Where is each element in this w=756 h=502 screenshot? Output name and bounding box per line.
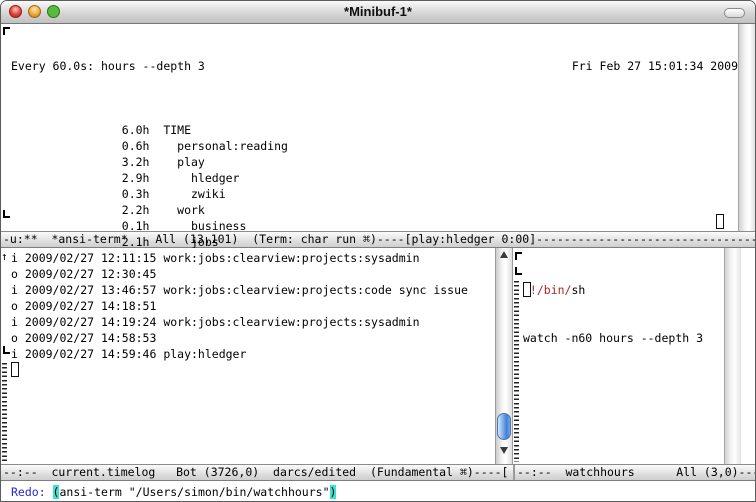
watchhours-window[interactable]: #!/bin/sh watch -n60 hours --depth 3 bbox=[513, 248, 741, 464]
timelog-cursor bbox=[11, 362, 19, 377]
timelog-window[interactable]: ↑ i 2009/02/27 12:11:15 work:jobs:clearv… bbox=[1, 248, 495, 464]
watchhours-cursor bbox=[523, 282, 531, 297]
minibuffer-prompt: Redo: bbox=[11, 485, 53, 499]
emacs-frame: *Minibuf-1* Every 60.0s: hours --depth 3… bbox=[0, 0, 756, 502]
shebang-line: #!/bin/sh bbox=[523, 282, 703, 298]
scroll-up-button[interactable] bbox=[500, 251, 508, 258]
watch-header: Every 60.0s: hours --depth 3 Fri Feb 27 … bbox=[11, 58, 738, 74]
timelog-entry: i 2009/02/27 12:11:15 work:jobs:clearvie… bbox=[11, 250, 468, 266]
modeline-current-timelog[interactable]: --:-- current.timelog Bot (3726,0) darcs… bbox=[1, 464, 513, 481]
fringe-top-angle-icon bbox=[515, 252, 522, 260]
window-title: *Minibuf-1* bbox=[1, 4, 755, 20]
terminal-cursor bbox=[716, 214, 724, 229]
watch-date-text: Fri Feb 27 15:01:34 2009 bbox=[572, 58, 738, 74]
watchhours-scrollbar-track[interactable] bbox=[724, 248, 741, 464]
timelog-entry: i 2009/02/27 14:59:46 play:hledger bbox=[11, 346, 468, 362]
fringe-bottom-angle-icon bbox=[3, 346, 10, 354]
watch-command-text: Every 60.0s: hours --depth 3 bbox=[11, 58, 205, 74]
fringe-up-arrow-icon: ↑ bbox=[1, 251, 8, 262]
timelog-scrollbar[interactable] bbox=[495, 248, 513, 464]
window-titlebar[interactable]: *Minibuf-1* bbox=[1, 1, 755, 24]
bottom-modelines: --:-- current.timelog Bot (3726,0) darcs… bbox=[1, 464, 755, 481]
empty-lines-indicator-icon bbox=[2, 363, 7, 462]
fringe-bottom-angle-icon bbox=[3, 210, 10, 218]
empty-lines-indicator-icon bbox=[514, 281, 519, 462]
modeline-watchhours[interactable]: --:-- watchhours All (3,0)-------- bbox=[515, 464, 755, 481]
timelog-entry: o 2009/02/27 12:30:45 bbox=[11, 266, 468, 282]
frame-body: Every 60.0s: hours --depth 3 Fri Feb 27 … bbox=[1, 24, 755, 502]
scroll-thumb[interactable] bbox=[497, 413, 511, 440]
timelog-entry: o 2009/02/27 14:18:51 bbox=[11, 298, 468, 314]
timelog-entry: i 2009/02/27 14:19:24 work:jobs:clearvie… bbox=[11, 314, 468, 330]
ansi-term-window[interactable]: Every 60.0s: hours --depth 3 Fri Feb 27 … bbox=[1, 24, 755, 231]
timelog-entry: i 2009/02/27 13:46:57 work:jobs:clearvie… bbox=[11, 282, 468, 298]
minibuffer-command-text: ansi-term "/Users/simon/bin/watchhours" bbox=[59, 485, 329, 499]
ansi-term-scrollbar-track[interactable] bbox=[738, 24, 755, 231]
script-command-line: watch -n60 hours --depth 3 bbox=[523, 330, 703, 346]
fringe-bottom-angle-icon bbox=[515, 267, 522, 275]
bottom-split: ↑ i 2009/02/27 12:11:15 work:jobs:clearv… bbox=[1, 248, 755, 464]
toolbar-toggle-button[interactable] bbox=[724, 8, 745, 18]
shebang-interpreter: sh bbox=[571, 283, 585, 297]
scroll-down-button[interactable] bbox=[500, 447, 508, 454]
timelog-lines: i 2009/02/27 12:11:15 work:jobs:clearvie… bbox=[11, 250, 468, 362]
minibuffer-close-paren: ) bbox=[330, 485, 337, 499]
fringe-top-angle-icon bbox=[3, 27, 10, 35]
timelog-entry: o 2009/02/27 14:58:53 bbox=[11, 330, 468, 346]
minibuffer[interactable]: Redo: (ansi-term "/Users/simon/bin/watch… bbox=[1, 481, 755, 502]
